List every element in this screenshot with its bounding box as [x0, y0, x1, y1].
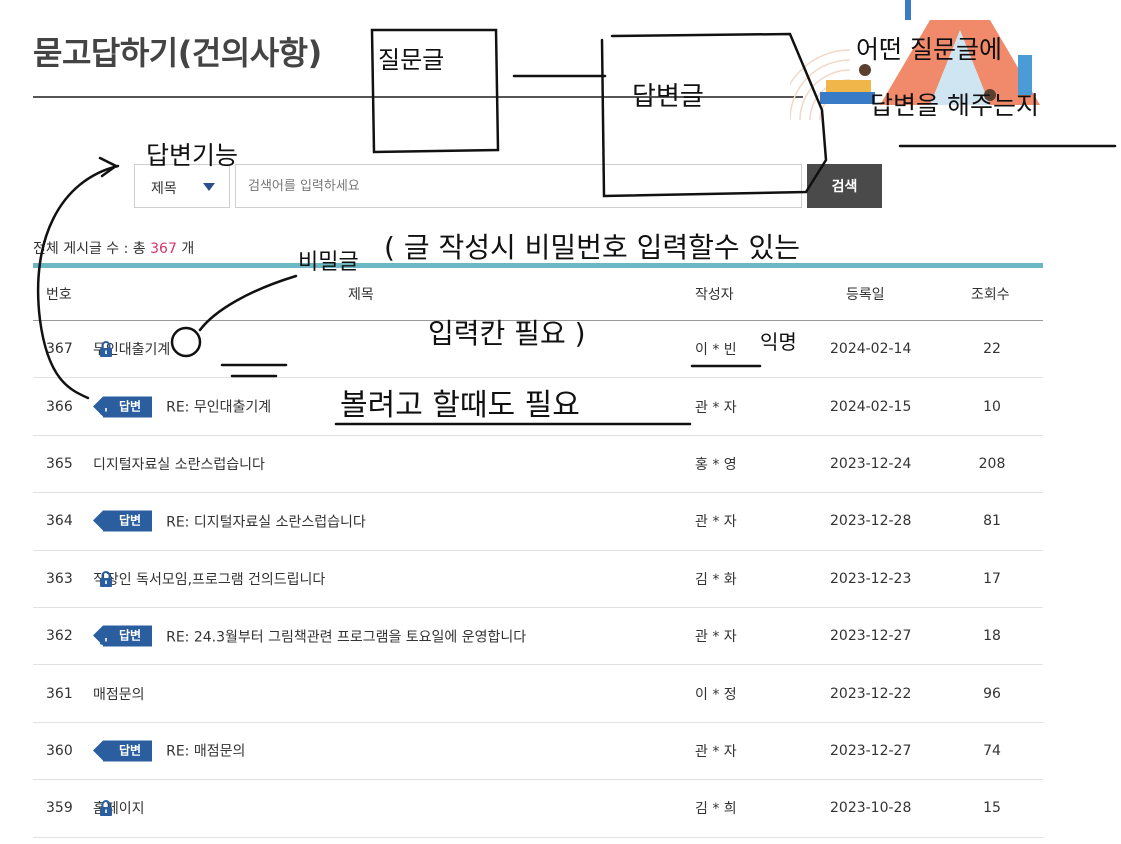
- post-author: 이 * 정: [695, 686, 737, 703]
- count-number: 367: [150, 241, 177, 257]
- post-number: 361: [46, 685, 73, 702]
- post-title-cell: 답변 RE: 무인대출기계: [92, 396, 271, 418]
- title-divider: [33, 96, 803, 98]
- header-date: 등록일: [846, 287, 885, 303]
- header-illustration: [790, 0, 1040, 121]
- search-input[interactable]: [235, 164, 802, 208]
- post-number: 362: [46, 628, 73, 645]
- table-row[interactable]: 365 디지털자료실 소란스럽습니다 홍 * 영 2023-12-24 208: [33, 436, 1043, 494]
- annotation-question-post: 질문글: [378, 46, 445, 74]
- post-views: 10: [983, 398, 1001, 415]
- post-number: 366: [46, 398, 73, 415]
- post-title-link[interactable]: RE: 무인대출기계: [166, 397, 271, 417]
- search-select-value: 제목: [151, 181, 177, 197]
- reader-figure: [859, 64, 871, 76]
- post-title-link[interactable]: RE: 24.3월부터 그림책관련 프로그램을 토요일에 운영합니다: [166, 626, 526, 646]
- post-title-cell: 답변 RE: 24.3월부터 그림책관련 프로그램을 토요일에 운영합니다: [92, 625, 526, 647]
- post-title-cell: 직장인 독서모임,프로그램 건의드립니다: [93, 569, 325, 589]
- header-number: 번호: [46, 287, 72, 303]
- post-views: 208: [978, 455, 1006, 472]
- post-date: 2023-12-27: [830, 742, 912, 759]
- header-author: 작성자: [695, 287, 734, 303]
- lock-icon: [99, 800, 113, 817]
- table-row[interactable]: 359 홈페이지 김 * 희 2023-10-28 15: [33, 780, 1043, 838]
- lock-icon: [99, 570, 113, 587]
- annotation-answer-post: 답변글: [632, 82, 704, 112]
- question-box: [370, 28, 500, 154]
- post-views: 81: [983, 513, 1001, 530]
- table-body: 367 무인대출기계 이 * 빈 2024-02-14 22 366 답변 RE: 무인대출기…: [33, 321, 1043, 838]
- lock-icon: [99, 628, 113, 645]
- post-title-cell: 무인대출기계: [93, 339, 170, 359]
- total-post-count: 전체 게시글 수 : 총 367 개: [33, 238, 194, 258]
- post-views: 22: [983, 341, 1001, 358]
- search-field-select[interactable]: 제목: [134, 164, 230, 208]
- table-header: 번호 제목 작성자 등록일 조회수: [33, 268, 1043, 321]
- lock-icon: [99, 398, 113, 415]
- post-title-link[interactable]: RE: 매점문의: [166, 741, 245, 761]
- post-title-link[interactable]: 디지털자료실 소란스럽습니다: [93, 454, 265, 474]
- page-title: 묻고답하기(건의사항): [33, 34, 322, 72]
- reply-badge: 답변: [92, 510, 153, 532]
- post-number: 363: [46, 570, 73, 587]
- post-views: 74: [983, 742, 1001, 759]
- post-author: 홍 * 영: [695, 456, 737, 473]
- post-number: 365: [46, 455, 73, 472]
- post-author: 관 * 자: [695, 629, 737, 646]
- post-date: 2023-10-28: [830, 800, 912, 817]
- post-title-cell: 매점문의: [93, 684, 145, 704]
- table-row[interactable]: 361 매점문의 이 * 정 2023-12-22 96: [33, 665, 1043, 723]
- post-date: 2023-12-23: [830, 570, 912, 587]
- post-views: 15: [983, 800, 1001, 817]
- post-number: 367: [46, 341, 73, 358]
- count-suffix: 개: [181, 241, 195, 257]
- post-title-cell: 답변 RE: 디지털자료실 소란스럽습니다: [92, 510, 366, 532]
- table-row[interactable]: 360 답변 RE: 매점문의 관 * 자 2023-12-27 74: [33, 723, 1043, 781]
- post-title-cell: 홈페이지: [93, 798, 145, 818]
- table-row[interactable]: 363 직장인 독서모임,프로그램 건의드립니다 김 * 화 2023-12-23 17: [33, 551, 1043, 608]
- post-date: 2024-02-15: [830, 398, 912, 415]
- post-title-link[interactable]: 매점문의: [93, 684, 145, 704]
- arrow-head: [98, 156, 119, 178]
- post-title-link[interactable]: 직장인 독서모임,프로그램 건의드립니다: [93, 569, 325, 589]
- search-button[interactable]: 검색: [807, 164, 882, 208]
- post-number: 364: [46, 513, 73, 530]
- post-date: 2023-12-27: [830, 628, 912, 645]
- caret-down-icon: [203, 183, 215, 191]
- post-author: 관 * 자: [695, 399, 737, 416]
- lock-icon: [99, 341, 113, 358]
- post-author: 김 * 화: [695, 571, 737, 588]
- post-number: 360: [46, 742, 73, 759]
- post-date: 2023-12-28: [830, 513, 912, 530]
- post-title-cell: 답변 RE: 매점문의: [92, 740, 245, 762]
- header-title: 제목: [348, 287, 374, 303]
- post-author: 관 * 자: [695, 514, 737, 531]
- book-stack: [820, 92, 875, 104]
- table-row[interactable]: 366 답변 RE: 무인대출기계 관 * 자 2024-02-15 10: [33, 378, 1043, 436]
- post-date: 2023-12-24: [830, 455, 912, 472]
- post-views: 17: [983, 570, 1001, 587]
- post-date: 2023-12-22: [830, 685, 912, 702]
- post-title-link[interactable]: RE: 디지털자료실 소란스럽습니다: [166, 511, 366, 531]
- post-number: 359: [46, 800, 73, 817]
- reply-badge: 답변: [92, 740, 153, 762]
- post-author: 관 * 자: [695, 743, 737, 760]
- post-author: 이 * 빈: [695, 342, 737, 359]
- count-prefix: 전체 게시글 수 : 총: [33, 241, 146, 257]
- annotation-secret-note-1: ( 글 작성시 비밀번호 입력할수 있는: [384, 231, 801, 264]
- table-row[interactable]: 364 답변 RE: 디지털자료실 소란스럽습니다 관 * 자 2023-12-28 81: [33, 493, 1043, 551]
- board-table: 번호 제목 작성자 등록일 조회수 367 무인대출기계 이 * 빈 2024-02-…: [33, 263, 1043, 838]
- post-date: 2024-02-14: [830, 341, 912, 358]
- table-row[interactable]: 362 답변 RE: 24.3월부터 그림책관련 프로그램을 토요일에 운영합니다 관…: [33, 608, 1043, 666]
- post-views: 18: [983, 628, 1001, 645]
- header-views: 조회수: [971, 287, 1010, 303]
- post-views: 96: [983, 685, 1001, 702]
- table-row[interactable]: 367 무인대출기계 이 * 빈 2024-02-14 22: [33, 321, 1043, 379]
- child-figure: [984, 89, 996, 101]
- post-author: 김 * 희: [695, 801, 737, 818]
- post-title-cell: 디지털자료실 소란스럽습니다: [93, 454, 265, 474]
